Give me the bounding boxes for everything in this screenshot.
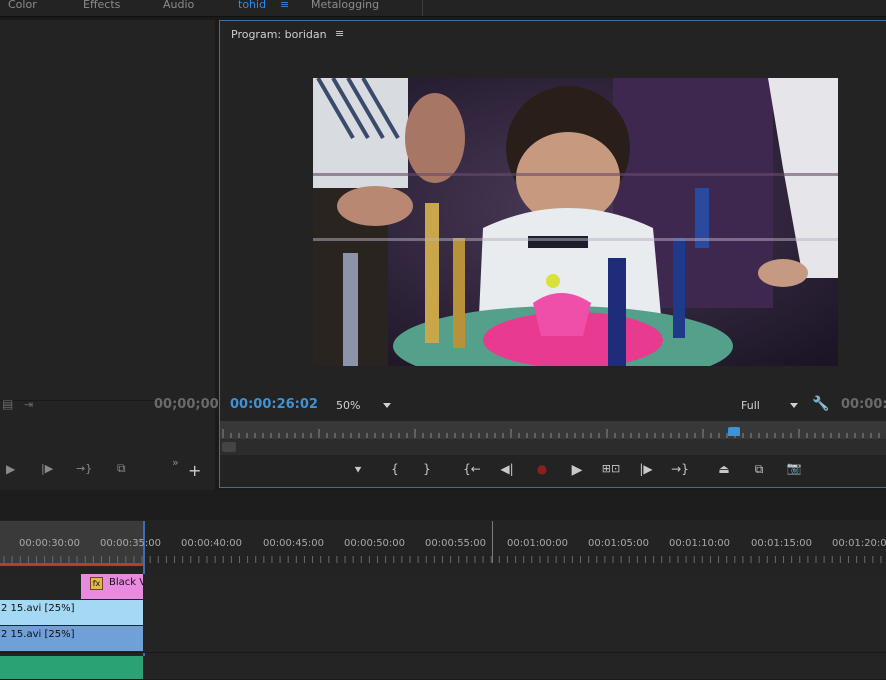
ruler-label: 00:00:40:00 <box>181 538 243 549</box>
program-menu-icon[interactable]: ≡ <box>335 27 344 40</box>
ruler-label: 00:00:50:00 <box>344 538 406 549</box>
clip-label: 2 15.avi [25%] <box>1 603 75 614</box>
timeline-ruler-ticks <box>3 556 882 563</box>
clip-label: Black V <box>109 577 143 588</box>
source-monitor-panel: ▤ ⇥ 00;00;00; ▶ |▶ →} ⧉ » + <box>0 20 224 490</box>
ruler-label: 00:01:05:00 <box>588 538 650 549</box>
program-timecode[interactable]: 00:00:26:02 <box>230 397 318 412</box>
play-in-to-out-button[interactable]: ⊞⊡ <box>601 462 621 475</box>
video-frame <box>313 78 838 366</box>
workspace-tab-color[interactable]: Color <box>8 0 37 11</box>
chevron-down-icon <box>790 403 798 408</box>
fx-badge-icon: fx <box>90 577 103 590</box>
play-icon[interactable]: ▶ <box>6 462 15 476</box>
program-ruler-ticks <box>222 429 880 438</box>
ruler-label: 00:00:45:00 <box>263 538 325 549</box>
zoom-bar-handle[interactable] <box>222 442 236 452</box>
go-to-out-icon[interactable]: →} <box>76 462 92 475</box>
extract-button[interactable]: ⧉ <box>749 462 769 477</box>
video-clip[interactable]: 2 15.avi [25%] <box>0 626 143 651</box>
ruler-label: 00:00:30:00 <box>19 538 81 549</box>
record-button[interactable]: ● <box>532 462 552 476</box>
ruler-label: 00:00:35:00 <box>100 538 162 549</box>
chevron-down-icon <box>383 403 391 408</box>
audio-clip[interactable] <box>0 656 143 679</box>
step-back-button[interactable]: ◀| <box>497 462 517 476</box>
track-a1 <box>0 656 886 680</box>
workspace-divider <box>422 0 423 16</box>
zoom-value: 50% <box>336 399 361 412</box>
add-marker-button[interactable]: ⯆ <box>348 463 368 478</box>
ruler-label: 00:01:00:00 <box>507 538 569 549</box>
export-frame-camera-icon[interactable]: 📷 <box>784 461 804 475</box>
program-playhead[interactable] <box>727 427 740 436</box>
track-v3: fx Black V <box>0 574 886 601</box>
jog-icon[interactable]: ⇥ <box>24 398 33 411</box>
mark-in-button[interactable]: { <box>385 462 405 476</box>
workspace-tab-metalogging[interactable]: Metalogging <box>311 0 379 11</box>
step-forward-button[interactable]: |▶ <box>636 462 656 476</box>
track-v1: 2 15.avi [25%] <box>0 626 886 653</box>
zoom-dropdown[interactable]: 50% <box>331 398 395 414</box>
timeline-header <box>0 490 886 520</box>
export-frame-icon[interactable]: ⧉ <box>117 461 126 476</box>
go-to-in-button[interactable]: {← <box>462 462 482 476</box>
timeline-panel: 00:00:30:00 00:00:35:00 00:00:40:00 00:0… <box>0 490 886 680</box>
program-zoom-bar[interactable] <box>220 439 886 455</box>
step-forward-icon[interactable]: |▶ <box>41 462 53 475</box>
quality-value: Full <box>741 399 760 412</box>
go-to-out-button[interactable]: →} <box>670 462 690 476</box>
black-video-clip[interactable]: fx Black V <box>81 574 143 599</box>
clip-label: 2 15.avi [25%] <box>1 629 75 640</box>
workspace-bar: Color Effects Audio tohid ≡ Metalogging <box>0 0 886 17</box>
more-icon[interactable]: » <box>172 456 179 469</box>
video-frame-image <box>313 78 838 366</box>
mark-out-button[interactable]: } <box>417 462 437 476</box>
track-v2: 2 15.avi [25%] <box>0 600 886 627</box>
ruler-label: 00:01:20:00 <box>832 538 886 549</box>
ruler-label: 00:00:55:00 <box>425 538 487 549</box>
program-monitor-panel: Program: boridan ≡ 00:00:26:02 50% Full … <box>219 20 886 488</box>
source-timecode: 00;00;00; <box>154 397 224 412</box>
play-button[interactable]: ▶ <box>567 462 587 478</box>
add-icon[interactable]: + <box>188 461 201 480</box>
settings-wrench-icon[interactable]: 🔧 <box>812 396 829 412</box>
workspace-tab-tohid[interactable]: tohid <box>238 0 266 11</box>
program-time-ruler[interactable] <box>220 421 886 439</box>
workspace-tab-audio[interactable]: Audio <box>163 0 194 11</box>
film-icon[interactable]: ▤ <box>2 397 13 411</box>
lift-button[interactable]: ⏏ <box>714 462 734 476</box>
quality-dropdown[interactable]: Full <box>734 398 802 414</box>
ruler-label: 00:01:15:00 <box>751 538 813 549</box>
ruler-label: 00:01:10:00 <box>669 538 731 549</box>
program-end-timecode: 00:00:3 <box>841 397 886 412</box>
video-clip[interactable]: 2 15.avi [25%] <box>0 600 143 625</box>
workspace-tab-effects[interactable]: Effects <box>83 0 120 11</box>
workspace-menu-icon[interactable]: ≡ <box>280 0 289 11</box>
program-title[interactable]: Program: boridan <box>231 28 327 41</box>
